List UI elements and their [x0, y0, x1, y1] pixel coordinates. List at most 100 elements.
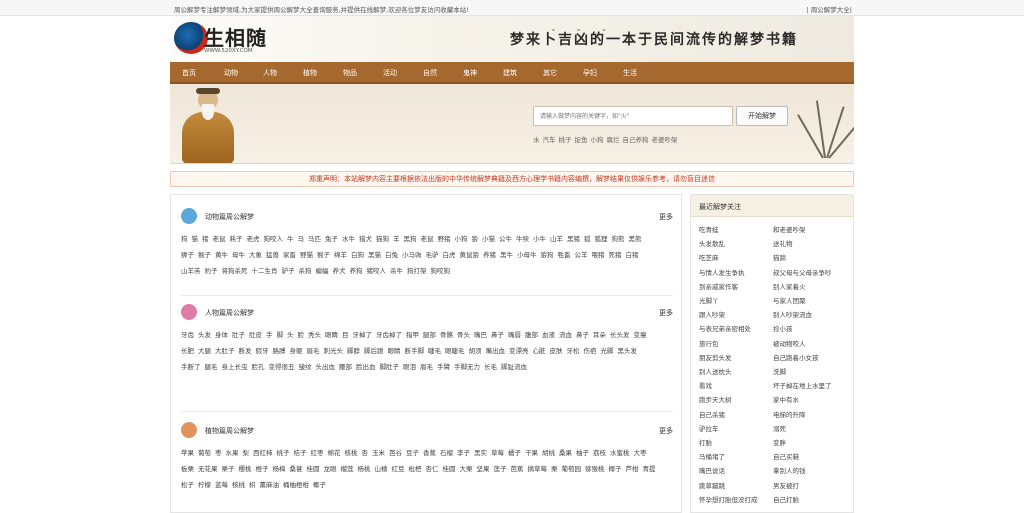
dream-keyword-link[interactable]: 黑熊: [629, 231, 642, 247]
hot-keyword[interactable]: 水: [533, 136, 540, 144]
dream-keyword-link[interactable]: 大腿: [198, 343, 211, 359]
nav-item-buildings[interactable]: 建筑: [503, 68, 517, 78]
dream-keyword-link[interactable]: 猴子: [317, 247, 330, 263]
sidebar-dream-link[interactable]: 旅行包: [699, 337, 775, 351]
dream-keyword-link[interactable]: 小马驹: [402, 247, 422, 263]
dream-keyword-link[interactable]: 水蜜桃: [610, 445, 630, 461]
dream-keyword-link[interactable]: 狐: [584, 231, 591, 247]
dream-keyword-link[interactable]: 薰麻油: [260, 477, 280, 493]
dream-keyword-link[interactable]: 西红柿: [253, 445, 273, 461]
dream-keyword-link[interactable]: 将狗杀死: [222, 263, 248, 279]
nav-item-others[interactable]: 其它: [543, 68, 557, 78]
more-link[interactable]: 更多: [659, 308, 673, 318]
dream-keyword-link[interactable]: 脚后跟: [364, 343, 384, 359]
dream-keyword-link[interactable]: 长毛: [484, 359, 497, 375]
dream-keyword-link[interactable]: 椰子: [313, 477, 326, 493]
dream-keyword-link[interactable]: 大象: [249, 247, 262, 263]
sidebar-dream-link[interactable]: 叔父母与父母亲争吵: [773, 266, 849, 280]
dream-keyword-link[interactable]: 母牛: [232, 247, 245, 263]
dream-keyword-link[interactable]: 芭谷: [389, 445, 402, 461]
dream-keyword-link[interactable]: 眼睛: [388, 343, 401, 359]
sidebar-dream-link[interactable]: 光脚丫: [699, 294, 775, 308]
dream-keyword-link[interactable]: 黄鼠狼: [460, 247, 480, 263]
dream-keyword-link[interactable]: 公牛: [499, 231, 512, 247]
dream-keyword-link[interactable]: 桶柚橙柑: [283, 477, 309, 493]
sidebar-dream-link[interactable]: 别人家着火: [773, 280, 849, 294]
dream-keyword-link[interactable]: 耳朵: [593, 327, 606, 343]
dream-keyword-link[interactable]: 身体: [215, 327, 228, 343]
dream-keyword-link[interactable]: 杀狗: [299, 263, 312, 279]
dream-keyword-link[interactable]: 野猪: [438, 231, 451, 247]
dream-keyword-link[interactable]: 牛犊: [516, 231, 529, 247]
sidebar-dream-link[interactable]: 变胖: [773, 436, 849, 450]
dream-keyword-link[interactable]: 手断了: [181, 359, 201, 375]
dream-keyword-link[interactable]: 红枣: [311, 445, 324, 461]
dream-keyword-link[interactable]: 榴莲: [341, 461, 354, 477]
dream-keyword-link[interactable]: 小牛: [533, 231, 546, 247]
dream-keyword-link[interactable]: 心脏: [533, 343, 546, 359]
dream-keyword-link[interactable]: 蓝莓: [215, 477, 228, 493]
dream-keyword-link[interactable]: 梨: [243, 445, 250, 461]
dream-keyword-link[interactable]: 断手脚: [405, 343, 425, 359]
dream-keyword-link[interactable]: 桂圆: [307, 461, 320, 477]
sidebar-dream-link[interactable]: 男友被打: [773, 479, 849, 493]
dream-keyword-link[interactable]: 猎犬: [359, 231, 372, 247]
dream-keyword-link[interactable]: 杏仁: [426, 461, 439, 477]
dream-keyword-link[interactable]: 马匹: [308, 231, 321, 247]
sidebar-dream-link[interactable]: 吃芝麻: [699, 251, 775, 265]
nav-item-people[interactable]: 人物: [263, 68, 277, 78]
dream-keyword-link[interactable]: 鼻子: [491, 327, 504, 343]
dream-keyword-link[interactable]: 养狗: [350, 263, 363, 279]
sidebar-dream-link[interactable]: 朋友剪头发: [699, 351, 775, 365]
dream-keyword-link[interactable]: 狗熊: [612, 231, 625, 247]
dream-keyword-link[interactable]: 小母牛: [517, 247, 537, 263]
dream-keyword-link[interactable]: 狗: [181, 231, 188, 247]
dream-keyword-link[interactable]: 棉花: [328, 445, 341, 461]
sidebar-dream-link[interactable]: 被动物咬人: [773, 337, 849, 351]
dream-keyword-link[interactable]: 桑果: [559, 445, 572, 461]
dream-keyword-link[interactable]: 腿部: [423, 327, 436, 343]
dream-keyword-link[interactable]: 眉毛: [307, 343, 320, 359]
dream-keyword-link[interactable]: 李子: [457, 445, 470, 461]
dream-keyword-link[interactable]: 白狗: [351, 247, 364, 263]
dream-keyword-link[interactable]: 嘴巴: [474, 327, 487, 343]
dream-keyword-link[interactable]: 毛驴: [426, 247, 439, 263]
dream-keyword-link[interactable]: 樱桃: [239, 461, 252, 477]
dream-keyword-link[interactable]: 杨桃: [358, 461, 371, 477]
dream-keyword-link[interactable]: 兔子: [325, 231, 338, 247]
dream-keyword-link[interactable]: 莲子: [494, 461, 507, 477]
sidebar-dream-link[interactable]: 跑步天大树: [699, 393, 775, 407]
dream-keyword-link[interactable]: 枣: [215, 445, 222, 461]
dream-keyword-link[interactable]: 栗子: [222, 461, 235, 477]
sidebar-dream-link[interactable]: 跳草蹦跳: [699, 479, 775, 493]
dream-keyword-link[interactable]: 狗咬人: [264, 231, 284, 247]
dream-keyword-link[interactable]: 牙松: [567, 343, 580, 359]
dream-keyword-link[interactable]: 桑葚: [290, 461, 303, 477]
dream-keyword-link[interactable]: 皮肤: [550, 343, 563, 359]
dream-keyword-link[interactable]: 脚: [277, 327, 284, 343]
dream-keyword-link[interactable]: 桃子: [277, 445, 290, 461]
dream-keyword-link[interactable]: 黑实: [474, 445, 487, 461]
dream-keyword-link[interactable]: 牛: [287, 231, 294, 247]
dream-keyword-link[interactable]: 骨骼: [440, 327, 453, 343]
dream-keyword-link[interactable]: 流血: [559, 327, 572, 343]
dream-keyword-link[interactable]: 皱纹: [299, 359, 312, 375]
dream-keyword-link[interactable]: 眼泪: [403, 359, 416, 375]
sidebar-dream-link[interactable]: 与表兄弟亲密相处: [699, 322, 775, 336]
dream-keyword-link[interactable]: 枇杷: [409, 461, 422, 477]
sidebar-dream-link[interactable]: 吃青蛙: [699, 223, 775, 237]
dream-keyword-link[interactable]: 家畜: [283, 247, 296, 263]
dream-keyword-link[interactable]: 橘子: [508, 445, 521, 461]
dream-keyword-link[interactable]: 肚子: [232, 327, 245, 343]
nav-item-items[interactable]: 物品: [343, 68, 357, 78]
hot-keyword[interactable]: 小狗: [591, 136, 604, 144]
dream-keyword-link[interactable]: 马: [298, 231, 305, 247]
dream-keyword-link[interactable]: 腰部: [339, 359, 352, 375]
dream-keyword-link[interactable]: 狼: [472, 231, 479, 247]
dream-keyword-link[interactable]: 猛兽: [266, 247, 279, 263]
sidebar-dream-link[interactable]: 坏子掉在地上水里了: [773, 379, 849, 393]
dream-keyword-link[interactable]: 变得很丑: [269, 359, 295, 375]
dream-keyword-link[interactable]: 老虎: [247, 231, 260, 247]
dream-keyword-link[interactable]: 脸孔: [252, 359, 265, 375]
dream-keyword-link[interactable]: 光脚: [601, 343, 614, 359]
